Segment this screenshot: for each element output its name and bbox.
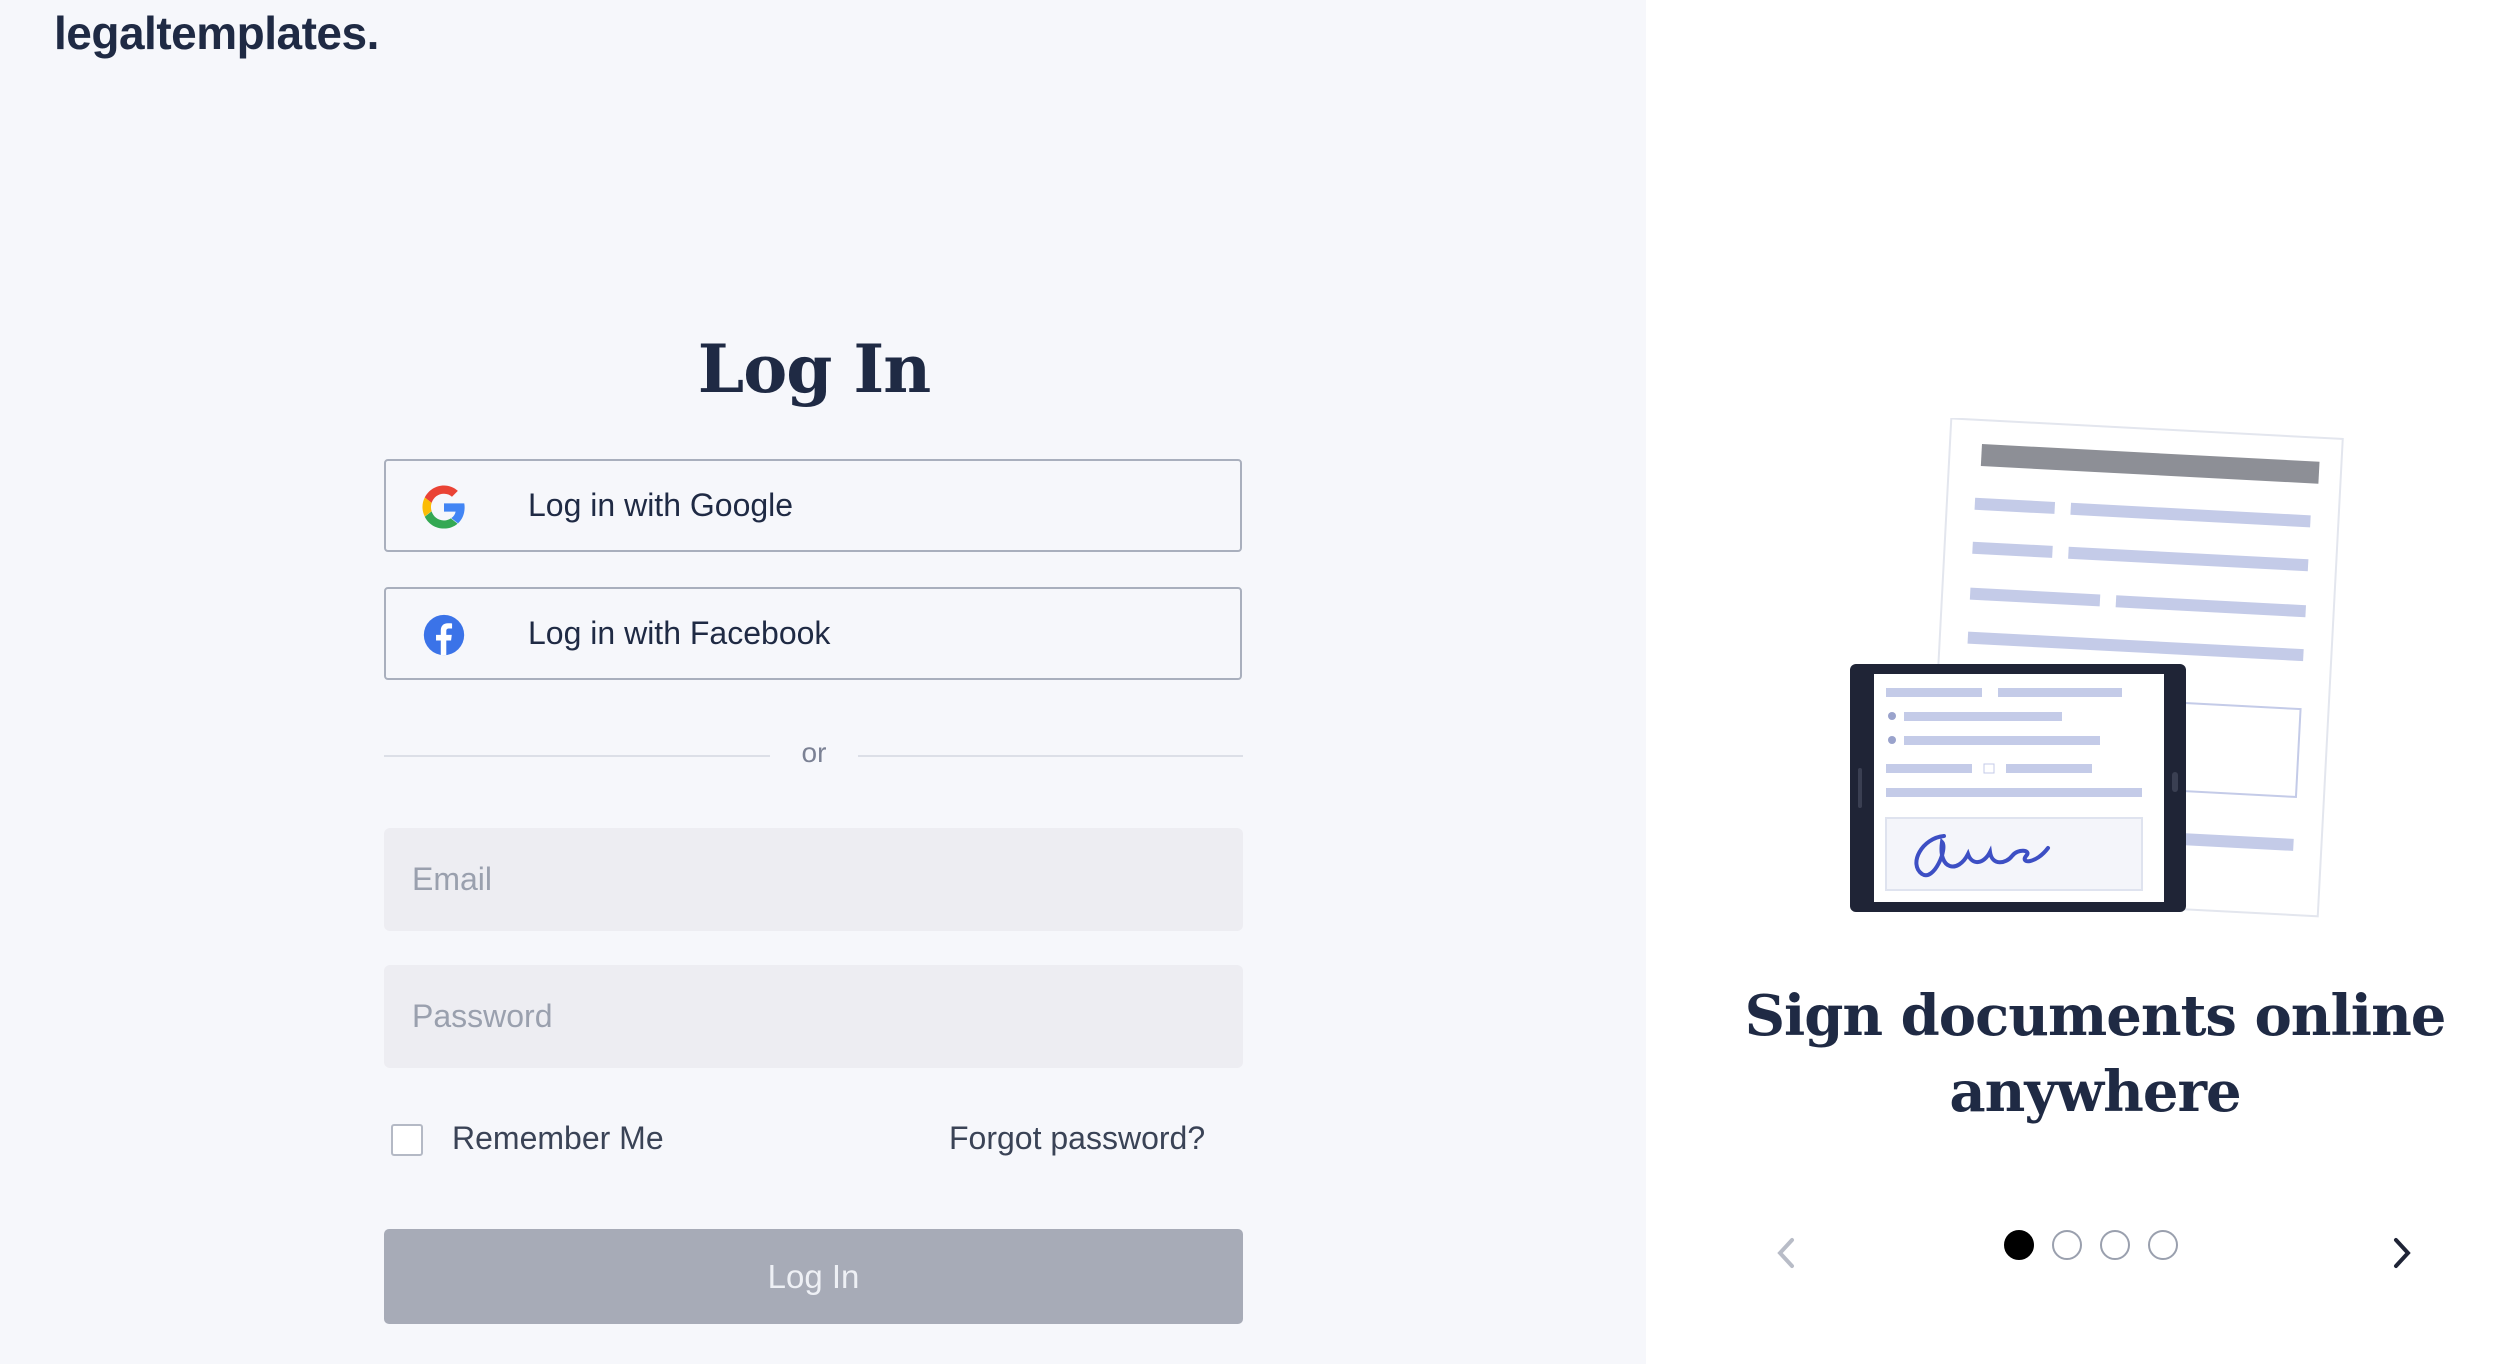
carousel-dot-3[interactable] [2100,1230,2130,1260]
login-submit-button[interactable]: Log In [384,1229,1243,1324]
page-title: Log In [697,330,931,408]
google-icon [422,485,466,529]
email-field[interactable] [384,828,1243,931]
chevron-left-icon[interactable] [1766,1228,1806,1278]
password-field[interactable] [384,965,1243,1068]
login-panel: legaltemplates. Log In Log in with Googl… [0,0,1646,1364]
chevron-right-icon[interactable] [2382,1228,2422,1278]
google-login-button[interactable]: Log in with Google [384,459,1242,552]
facebook-icon [422,613,466,657]
slide-title: Sign documents online anywhere [1744,983,2447,1125]
divider-or: or [801,737,827,768]
facebook-login-label: Log in with Facebook [528,615,831,651]
divider-line-right [858,755,1243,757]
forgot-password-link[interactable]: Forgot password? [949,1120,1205,1157]
carousel-dot-2[interactable] [2052,1230,2082,1260]
document-signing-illustration [1836,417,2346,918]
carousel-dot-4[interactable] [2148,1230,2178,1260]
brand-logo[interactable]: legaltemplates. [54,6,379,60]
google-login-label: Log in with Google [528,487,794,523]
carousel-dot-1[interactable] [2004,1230,2034,1260]
remember-me-label[interactable]: Remember Me [452,1120,664,1157]
facebook-login-button[interactable]: Log in with Facebook [384,587,1242,680]
remember-me-checkbox[interactable] [391,1124,423,1156]
divider-line-left [384,755,770,757]
